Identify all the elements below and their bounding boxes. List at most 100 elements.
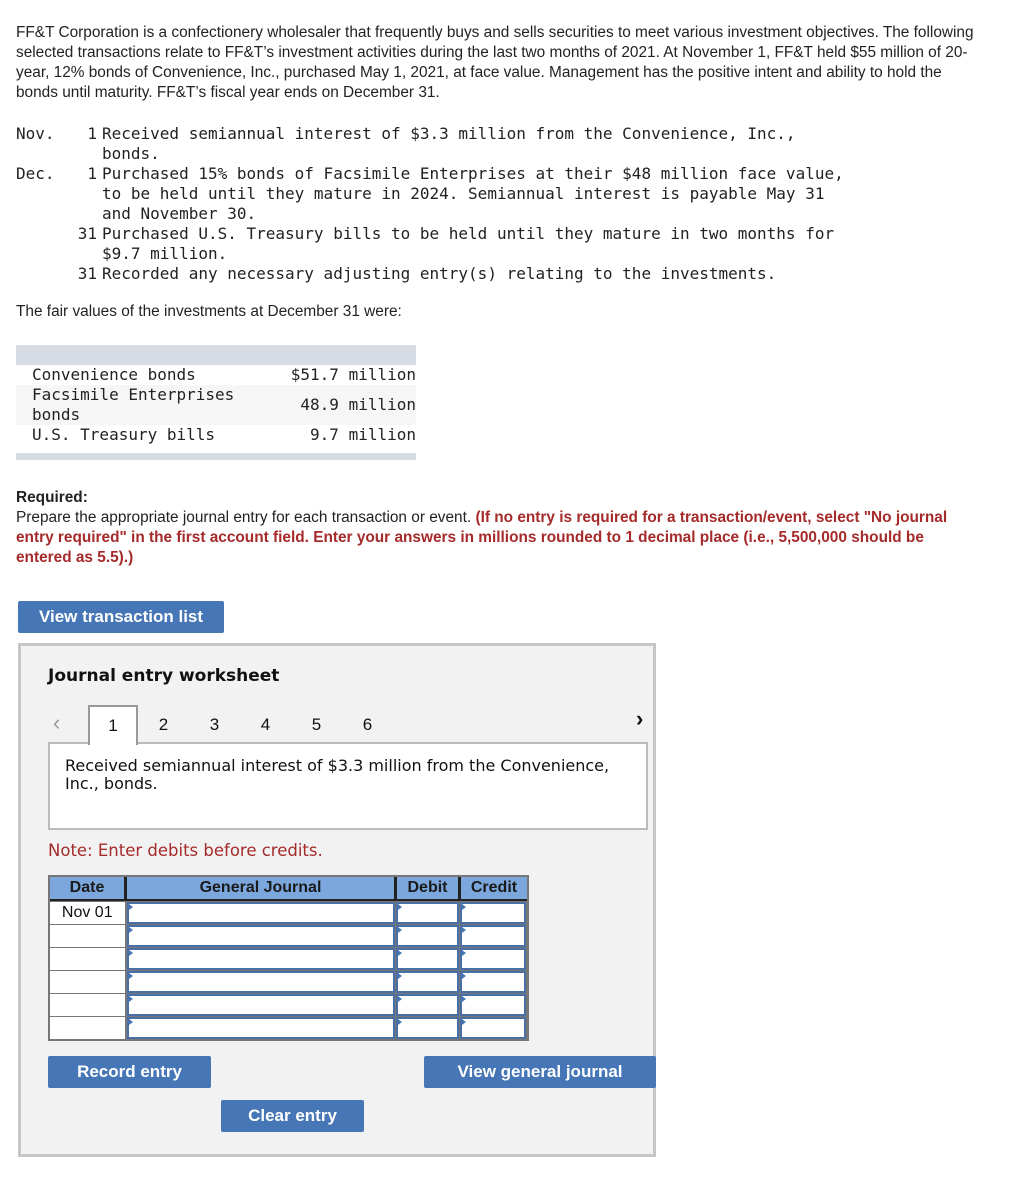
- tab-2[interactable]: 2: [138, 705, 189, 745]
- account-input[interactable]: [126, 1017, 395, 1039]
- transaction-day: [70, 244, 102, 264]
- journal-row: [50, 970, 527, 993]
- transaction-month: Dec.: [16, 164, 55, 183]
- record-entry-button[interactable]: Record entry: [48, 1056, 211, 1088]
- transaction-line: 31 Purchased U.S. Treasury bills to be he…: [16, 224, 996, 244]
- fair-values-intro: The fair values of the investments at De…: [16, 303, 402, 320]
- journal-row: Nov 01: [50, 901, 527, 924]
- required-section: Required: Prepare the appropriate journa…: [16, 488, 976, 568]
- transaction-month: [16, 264, 70, 284]
- view-general-journal-button[interactable]: View general journal: [424, 1056, 656, 1088]
- transaction-line: and November 30.: [16, 204, 996, 224]
- credit-input[interactable]: [460, 902, 526, 924]
- transaction-line: $9.7 million.: [16, 244, 996, 264]
- journal-table-body: Nov 01: [50, 901, 527, 1039]
- transaction-text: to be held until they mature in 2024. Se…: [102, 184, 825, 203]
- transaction-day: [70, 204, 102, 224]
- fair-values-header: [16, 345, 416, 365]
- transaction-day: [70, 184, 102, 204]
- transaction-month: [16, 244, 70, 264]
- chevron-left-icon[interactable]: ‹: [53, 710, 60, 736]
- view-transaction-list-button[interactable]: View transaction list: [18, 601, 224, 633]
- date-cell: [50, 948, 127, 970]
- debit-input[interactable]: [395, 925, 460, 947]
- credit-input[interactable]: [460, 994, 526, 1016]
- credit-input[interactable]: [460, 948, 526, 970]
- debit-input[interactable]: [395, 948, 460, 970]
- tab-5[interactable]: 5: [291, 705, 342, 745]
- transaction-month: Nov.: [16, 124, 55, 143]
- date-cell: [50, 1017, 127, 1039]
- transaction-description: Received semiannual interest of $3.3 mil…: [48, 742, 648, 830]
- debit-input[interactable]: [395, 902, 460, 924]
- transaction-day: 31: [77, 224, 97, 243]
- chevron-right-icon[interactable]: ›: [636, 706, 643, 732]
- investment-value: $51.7 million: [290, 365, 416, 384]
- transaction-list: Nov. 1 Received semiannual interest of $3.…: [16, 124, 996, 284]
- transaction-month: [16, 224, 70, 244]
- transaction-text: Purchased U.S. Treasury bills to be held…: [102, 224, 835, 243]
- investment-name: Facsimile Enterprises bonds: [32, 385, 244, 424]
- column-header-general-journal: General Journal: [127, 877, 397, 899]
- tab-4[interactable]: 4: [240, 705, 291, 745]
- debit-input[interactable]: [395, 1017, 460, 1039]
- problem-intro: FF&T Corporation is a confectionery whol…: [16, 24, 974, 101]
- journal-row: [50, 1016, 527, 1039]
- fair-values-footer: [16, 453, 416, 460]
- transaction-text: Purchased 15% bonds of Facsimile Enterpr…: [102, 164, 844, 183]
- journal-table-header: Date General Journal Debit Credit: [50, 877, 527, 901]
- required-text: Prepare the appropriate journal entry fo…: [16, 509, 472, 526]
- transaction-day: 31: [77, 264, 97, 283]
- debit-input[interactable]: [395, 994, 460, 1016]
- transaction-month: [16, 204, 70, 224]
- worksheet-title: Journal entry worksheet: [48, 666, 280, 686]
- journal-row: [50, 947, 527, 970]
- investment-value: 48.9 million: [300, 395, 416, 414]
- required-title: Required:: [16, 489, 88, 506]
- tab-1[interactable]: 1: [88, 705, 138, 745]
- column-header-date: Date: [50, 877, 127, 899]
- worksheet-tabs: 1 2 3 4 5 6: [88, 705, 393, 745]
- fair-value-row: U.S. Treasury bills 9.7 million: [16, 425, 416, 445]
- date-cell: [50, 971, 127, 993]
- transaction-line: bonds.: [16, 144, 996, 164]
- journal-table: Date General Journal Debit Credit Nov 01: [48, 875, 529, 1041]
- transaction-line: 31 Recorded any necessary adjusting entry…: [16, 264, 996, 284]
- column-header-credit: Credit: [470, 879, 518, 896]
- fair-value-row: Facsimile Enterprises bonds 48.9 million: [16, 385, 416, 425]
- date-cell: [50, 925, 127, 947]
- clear-entry-button[interactable]: Clear entry: [221, 1100, 364, 1132]
- credit-input[interactable]: [460, 971, 526, 993]
- debit-input[interactable]: [395, 971, 460, 993]
- tab-3[interactable]: 3: [189, 705, 240, 745]
- account-input[interactable]: [126, 971, 395, 993]
- transaction-text: $9.7 million.: [102, 244, 228, 263]
- investment-value: 9.7 million: [310, 425, 416, 444]
- journal-entry-worksheet: Journal entry worksheet ‹ 1 2 3 4 5 6 › …: [18, 643, 656, 1157]
- transaction-month: [16, 184, 70, 204]
- investment-name: U.S. Treasury bills: [32, 425, 216, 444]
- column-header-debit: Debit: [397, 877, 461, 899]
- credit-input[interactable]: [460, 1017, 526, 1039]
- account-input[interactable]: [126, 948, 395, 970]
- transaction-month: [16, 144, 70, 164]
- transaction-text: Received semiannual interest of $3.3 mil…: [102, 124, 796, 143]
- transaction-text: bonds.: [102, 144, 160, 163]
- investment-name: Convenience bonds: [32, 365, 196, 384]
- account-input[interactable]: [126, 994, 395, 1016]
- fair-value-row: Convenience bonds $51.7 million: [16, 365, 416, 385]
- journal-row: [50, 924, 527, 947]
- credit-input[interactable]: [460, 925, 526, 947]
- date-cell: [50, 994, 127, 1016]
- account-input[interactable]: [126, 902, 395, 924]
- journal-row: [50, 993, 527, 1016]
- transaction-text: and November 30.: [102, 204, 257, 223]
- tab-6[interactable]: 6: [342, 705, 393, 745]
- transaction-line: Nov. 1 Received semiannual interest of $3.…: [16, 124, 996, 144]
- transaction-day: 1: [87, 124, 97, 143]
- date-cell: Nov 01: [50, 902, 127, 924]
- account-input[interactable]: [126, 925, 395, 947]
- transaction-day: [70, 144, 102, 164]
- transaction-line: Dec. 1 Purchased 15% bonds of Facsimile En…: [16, 164, 996, 184]
- debits-note: Note: Enter debits before credits.: [48, 841, 323, 860]
